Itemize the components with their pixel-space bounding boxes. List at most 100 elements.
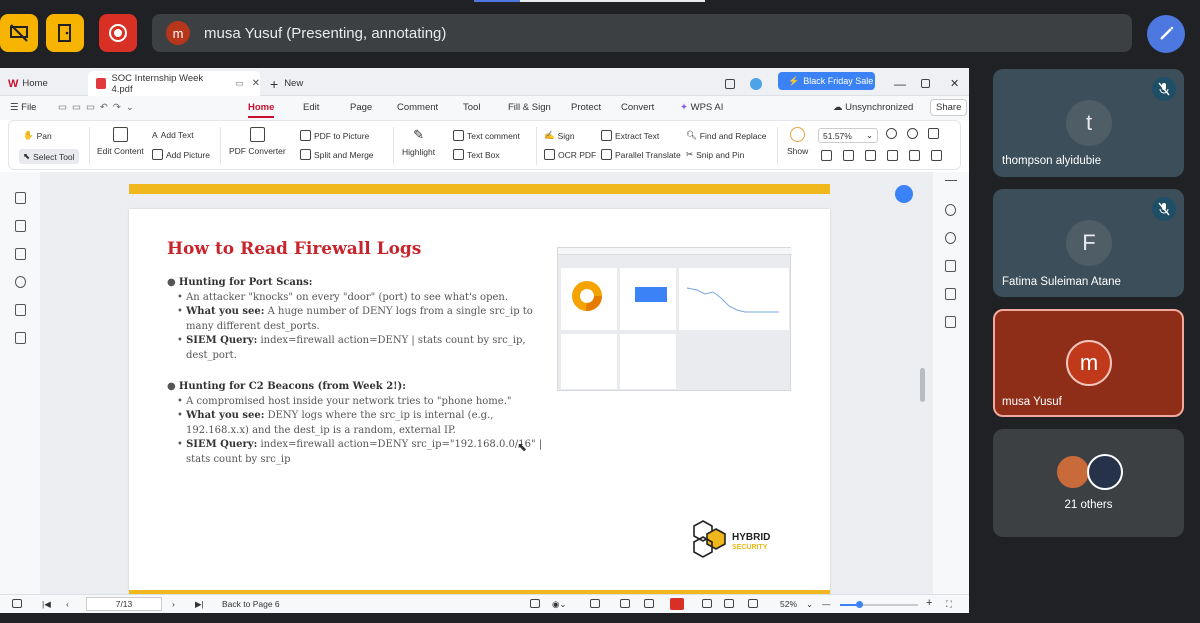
- export-icon[interactable]: [530, 599, 540, 610]
- screenshot-panel-donut: [561, 268, 617, 330]
- s2-bullet1: A compromised host inside your network t…: [186, 395, 512, 407]
- zoom-in-icon[interactable]: +: [926, 597, 932, 609]
- avatar: t: [1066, 100, 1112, 146]
- bookmark-icon[interactable]: [15, 192, 26, 204]
- mouse-cursor-icon: ⬉: [517, 440, 528, 454]
- search-panel-icon[interactable]: [945, 204, 956, 216]
- s1-bullet3-line2: dest_port.: [186, 349, 237, 361]
- s2-bullet3-line1: index=firewall action=DENY src_ip="192.1…: [257, 439, 543, 450]
- participant-tile-thompson[interactable]: t thompson alyidubie: [993, 69, 1184, 177]
- fullscreen-icon[interactable]: ⛶: [946, 599, 952, 610]
- s1-bullet2-label: What you see:: [186, 306, 265, 317]
- reader-icon[interactable]: [945, 288, 956, 300]
- s2-bullet2-line2: 192.168.x.x) and the dest_ip is a random…: [186, 424, 456, 436]
- dashboard-screenshot: [557, 247, 792, 391]
- grid-icon[interactable]: [945, 316, 956, 328]
- annotate-button[interactable]: [1147, 15, 1185, 53]
- crop-icon[interactable]: [748, 599, 758, 610]
- two-page-icon[interactable]: [644, 599, 654, 610]
- screen-off-icon: [10, 24, 28, 42]
- zoom-percent[interactable]: 52%: [780, 599, 797, 609]
- screenshot-panel-bar: [620, 268, 676, 330]
- screenshot-header: [558, 248, 792, 255]
- divider-icon: [945, 180, 957, 181]
- screenshot-panel-table2: [620, 334, 676, 389]
- signature-panel-icon[interactable]: [15, 304, 26, 316]
- avatar: F: [1066, 220, 1112, 266]
- page-number-input[interactable]: 7/13: [86, 597, 162, 611]
- mic-off-icon: [1152, 77, 1176, 101]
- single-page-icon[interactable]: [590, 599, 600, 610]
- vertical-scrollbar[interactable]: [920, 368, 925, 402]
- s2-bullet3-line2: stats count by src_ip: [186, 453, 291, 465]
- participant-tile-musa[interactable]: m musa Yusuf: [993, 309, 1184, 417]
- document-region: How to Read Firewall Logs ● Hunting for …: [0, 68, 969, 613]
- avatar-photo: [1055, 454, 1091, 490]
- donut-chart-icon: [572, 281, 602, 311]
- leave-door-button[interactable]: [46, 14, 84, 52]
- s2-bullet2-label: What you see:: [186, 410, 265, 421]
- door-icon: [58, 24, 71, 42]
- zoom-slider[interactable]: [840, 601, 918, 608]
- help-icon[interactable]: [945, 232, 956, 244]
- bullet-icon: ●: [167, 381, 176, 392]
- screenshot-panel-table1: [561, 334, 617, 389]
- s1-bullet1: An attacker "knocks" on every "door" (po…: [186, 291, 509, 303]
- screenshot-panel-line: [679, 268, 789, 330]
- participant-name: thompson alyidubie: [1002, 155, 1102, 167]
- bullet-icon: ●: [167, 277, 176, 288]
- page-title: How to Read Firewall Logs: [167, 239, 422, 259]
- fit-icon[interactable]: [702, 599, 712, 610]
- back-to-page-link[interactable]: Back to Page 6: [222, 599, 280, 609]
- s1-bullet2-line2: many different dest_ports.: [186, 320, 320, 332]
- stop-sharing-button[interactable]: [0, 14, 38, 52]
- left-sidebar: [0, 172, 40, 594]
- top-indicator-light: [520, 0, 705, 2]
- s2-bullet3-label: SIEM Query:: [186, 439, 258, 450]
- others-count: 21 others: [1064, 499, 1113, 511]
- status-bar: |◀ ‹ 7/13 › ▶| Back to Page 6 ◉⌄ 52% ⌄ —…: [0, 594, 969, 613]
- s1-bullet3-label: SIEM Query:: [186, 335, 258, 346]
- play-slideshow-icon[interactable]: [670, 598, 684, 610]
- s1-bullet2-line1: A huge number of DENY logs from a single…: [264, 306, 533, 317]
- first-page-icon[interactable]: |◀: [42, 599, 51, 610]
- record-button[interactable]: [99, 14, 137, 52]
- screenshot-bar: [635, 287, 667, 302]
- presenter-avatar: m: [166, 21, 190, 45]
- fullscreen-page-icon[interactable]: [724, 599, 734, 610]
- thumbnail-icon[interactable]: [15, 220, 26, 232]
- record-icon: [109, 24, 127, 42]
- mic-off-icon: [1152, 197, 1176, 221]
- section2-heading: Hunting for C2 Beacons (from Week 2!):: [178, 381, 406, 392]
- participant-tile-fatima[interactable]: F Fatima Suleiman Atane: [993, 189, 1184, 297]
- sidebar-toggle-icon[interactable]: [12, 599, 22, 610]
- participant-name: Fatima Suleiman Atane: [1002, 276, 1121, 288]
- logo-text-security: SECURITY: [732, 544, 768, 551]
- ai-assistant-icon[interactable]: [895, 185, 913, 203]
- prev-page-icon[interactable]: ‹: [66, 599, 69, 609]
- continuous-icon[interactable]: [620, 599, 630, 610]
- next-page-icon[interactable]: ›: [172, 599, 175, 609]
- last-page-icon[interactable]: ▶|: [195, 599, 204, 610]
- zoom-slider-handle[interactable]: [856, 601, 863, 608]
- zoom-out-icon[interactable]: —: [822, 599, 831, 609]
- hybrid-security-logo: HYBRID SECURITY: [692, 519, 792, 559]
- participant-name: musa Yusuf: [1002, 396, 1062, 408]
- settings-sliders-icon[interactable]: [945, 260, 956, 272]
- top-indicator: [474, 0, 520, 2]
- line-chart-icon: [686, 287, 779, 313]
- s2-bullet2-line1: DENY logs where the src_ip is internal (…: [264, 410, 494, 421]
- section1-heading: Hunting for Port Scans:: [178, 277, 313, 288]
- layers-icon[interactable]: [15, 332, 26, 344]
- logo-text: HYBRID SECURITY: [732, 533, 770, 553]
- attachment-icon[interactable]: [15, 276, 26, 288]
- comment-panel-icon[interactable]: [15, 248, 26, 260]
- section-port-scans: ● Hunting for Port Scans: • An attacker …: [167, 276, 533, 363]
- meet-top-bar: m musa Yusuf (Presenting, annotating): [0, 0, 1200, 68]
- section-c2-beacons: ● Hunting for C2 Beacons (from Week 2!):…: [167, 380, 542, 467]
- participant-tile-others[interactable]: 21 others: [993, 429, 1184, 537]
- logo-text-hybrid: HYBRID: [732, 532, 771, 543]
- eye-view-icon[interactable]: ◉⌄: [552, 599, 567, 610]
- chevron-down-icon[interactable]: ⌄: [806, 599, 813, 610]
- s1-bullet3-line1: index=firewall action=DENY | stats count…: [257, 335, 526, 346]
